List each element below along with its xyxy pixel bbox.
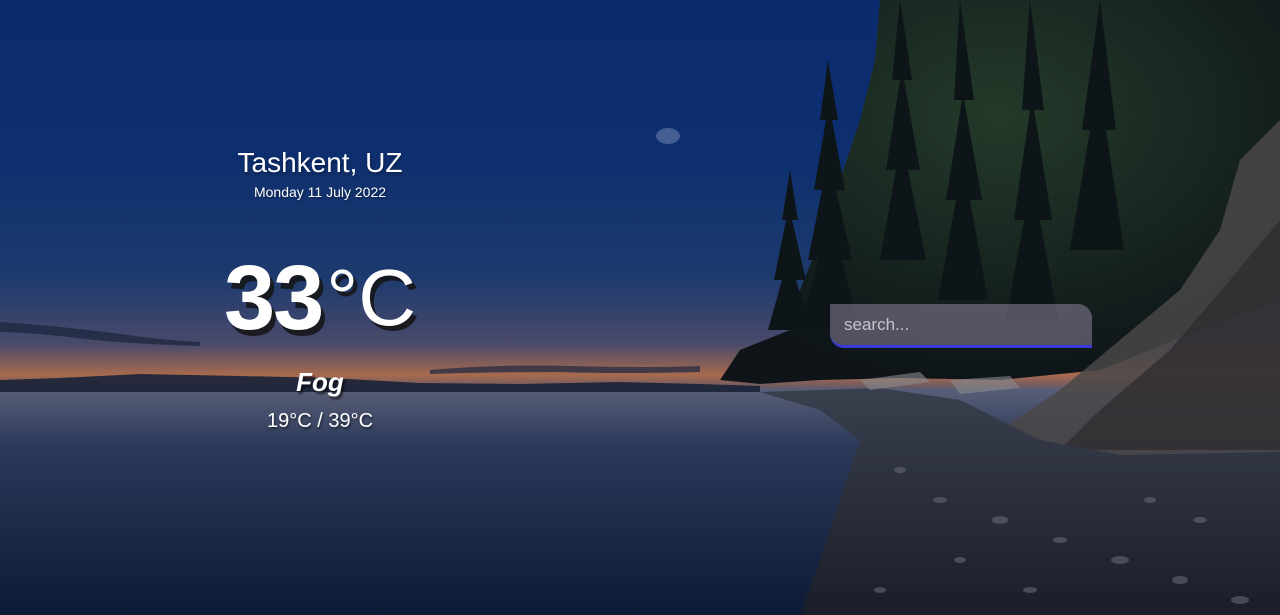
temperature-display: 33 °C <box>170 247 470 349</box>
cloud-right <box>430 365 700 374</box>
temperature-value: 33 <box>223 247 324 349</box>
city-name: Tashkent, UZ <box>237 147 403 178</box>
weather-app: Tashkent, UZ Monday 11 July 2022 33 °C F… <box>0 0 1280 615</box>
search-box <box>830 304 1092 348</box>
current-date: Monday 11 July 2022 <box>253 184 387 200</box>
weather-condition: Fog <box>296 367 344 397</box>
temperature-unit: °C <box>326 253 417 342</box>
search-input[interactable] <box>830 304 1092 348</box>
weather-panel: Tashkent, UZ Monday 11 July 2022 33 °C F… <box>170 145 470 433</box>
temperature-range: 19°C / 39°C <box>266 410 374 432</box>
cloud-small <box>656 128 680 144</box>
